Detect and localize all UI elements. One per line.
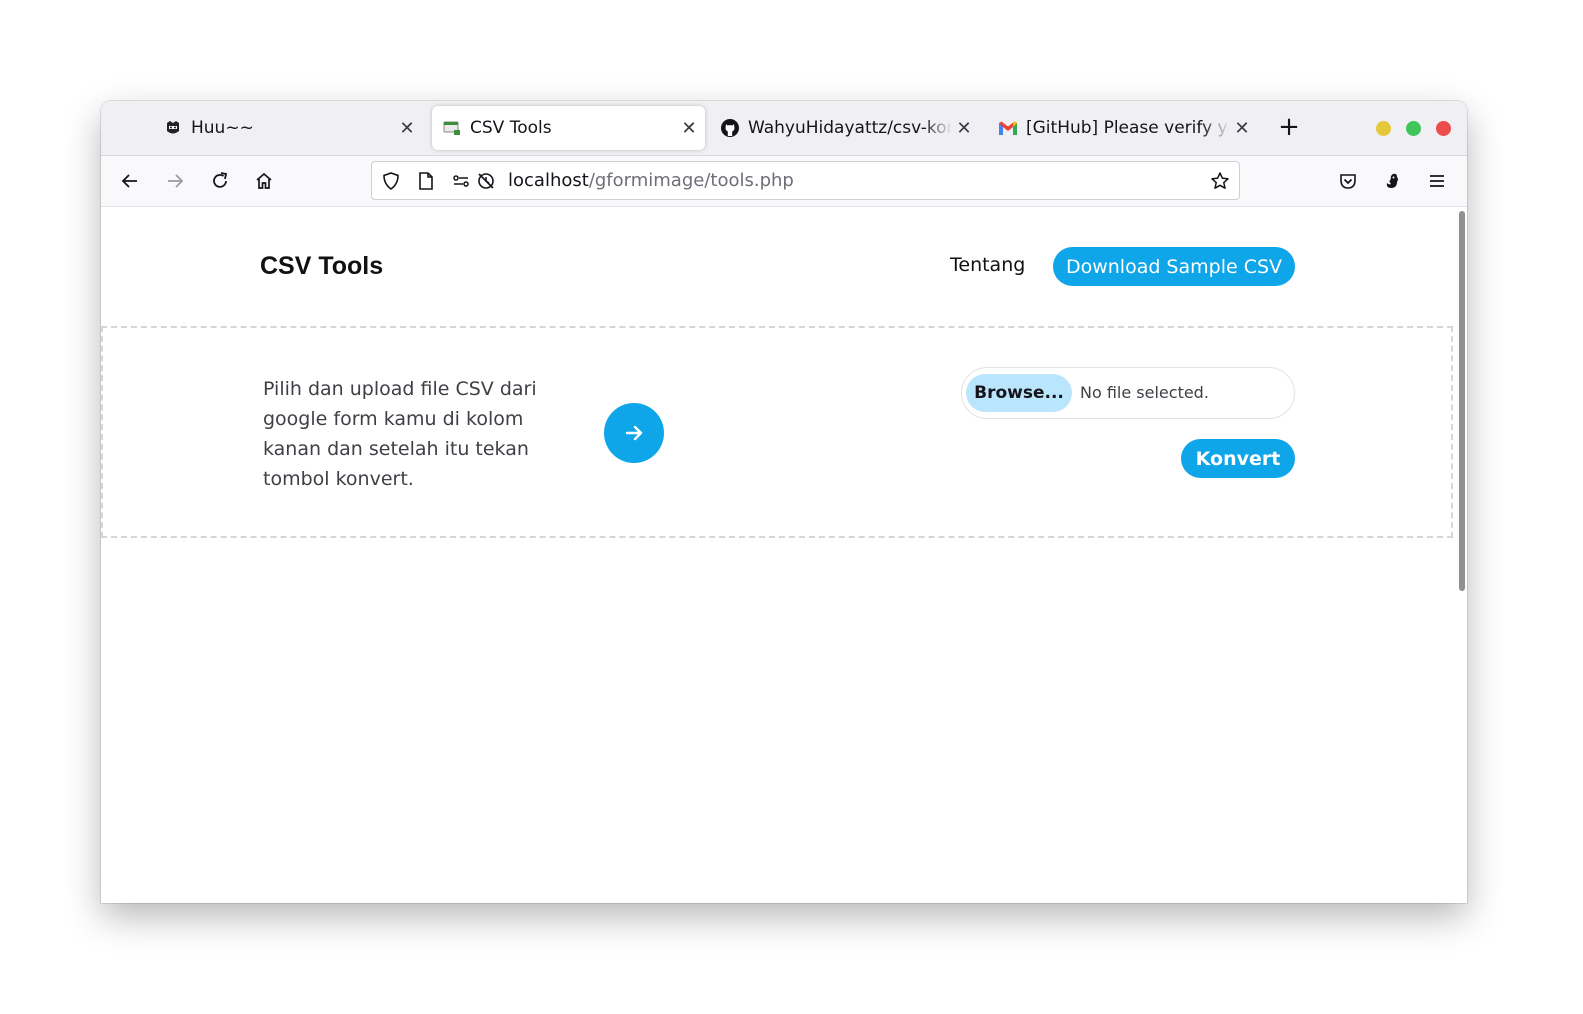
tab-strip: Huu~~ ✕ CSV Tools ✕ WahyuHidayattz/csv-k… <box>101 101 1467 156</box>
download-sample-button[interactable]: Download Sample CSV <box>1053 247 1295 286</box>
maximize-button[interactable] <box>1406 121 1421 136</box>
close-tab-icon[interactable]: ✕ <box>677 116 701 140</box>
tab-huu[interactable]: Huu~~ ✕ <box>163 106 419 150</box>
file-status: No file selected. <box>1080 383 1209 402</box>
home-icon[interactable] <box>249 166 279 196</box>
tab-title: CSV Tools <box>470 118 552 138</box>
nav-link-tentang[interactable]: Tentang <box>950 254 1025 276</box>
back-icon[interactable] <box>115 166 145 196</box>
tab-gmail[interactable]: [GitHub] Please verify your ✕ <box>998 106 1254 150</box>
minimize-button[interactable] <box>1376 121 1391 136</box>
page-icon[interactable] <box>415 170 437 192</box>
tab-title: [GitHub] Please verify your <box>1026 118 1230 138</box>
close-tab-icon[interactable]: ✕ <box>395 116 419 140</box>
tab-github-repo[interactable]: WahyuHidayattz/csv-konv ✕ <box>720 106 976 150</box>
permissions-icon[interactable] <box>450 170 472 192</box>
browser-window: Huu~~ ✕ CSV Tools ✕ WahyuHidayattz/csv-k… <box>101 101 1467 903</box>
extension-icon[interactable] <box>1377 166 1407 196</box>
tracking-off-icon[interactable] <box>475 170 497 192</box>
convert-button[interactable]: Konvert <box>1181 439 1295 478</box>
plus-icon[interactable]: + <box>1277 112 1301 142</box>
menu-icon[interactable] <box>1422 166 1452 196</box>
scrollbar[interactable] <box>1459 211 1465 591</box>
url-path: /gformimage/tools.php <box>588 170 794 191</box>
tab-title: Huu~~ <box>191 118 254 138</box>
page-content: CSV Tools Tentang Download Sample CSV Pi… <box>101 207 1467 903</box>
tab-title: WahyuHidayattz/csv-konv <box>748 118 952 138</box>
spreadsheet-icon <box>442 118 462 138</box>
upload-section: Pilih dan upload file CSV dari google fo… <box>101 326 1453 538</box>
file-input[interactable]: Browse... No file selected. <box>961 367 1295 419</box>
forward-icon[interactable] <box>160 166 190 196</box>
upload-instructions: Pilih dan upload file CSV dari google fo… <box>263 378 537 490</box>
browse-button[interactable]: Browse... <box>966 374 1072 412</box>
reload-icon[interactable] <box>205 166 235 196</box>
url-text[interactable]: localhost/gformimage/tools.php <box>508 170 794 191</box>
gmail-icon <box>998 118 1018 138</box>
close-window-button[interactable] <box>1436 121 1451 136</box>
bookmark-star-icon[interactable] <box>1209 170 1231 192</box>
shield-icon[interactable] <box>380 170 402 192</box>
close-tab-icon[interactable]: ✕ <box>952 116 976 140</box>
pocket-icon[interactable] <box>1333 166 1363 196</box>
arrow-right-icon <box>604 403 664 463</box>
navigation-bar: localhost/gformimage/tools.php <box>101 156 1467 207</box>
url-host: localhost <box>508 170 589 191</box>
address-bar[interactable]: localhost/gformimage/tools.php <box>371 161 1240 200</box>
tab-csv-tools[interactable]: CSV Tools ✕ <box>432 106 705 150</box>
brand-logo[interactable]: CSV Tools <box>260 252 383 281</box>
close-tab-icon[interactable]: ✕ <box>1230 116 1254 140</box>
ninja-icon <box>163 118 183 138</box>
github-icon <box>720 118 740 138</box>
